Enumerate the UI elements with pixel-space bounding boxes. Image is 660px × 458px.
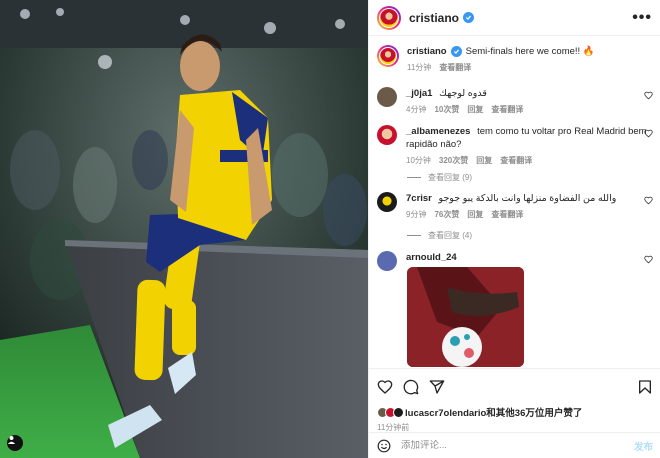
view-replies-label: 查看回复 (4): [428, 231, 472, 240]
comment-text: والله من الفضاوة منزلها وانت بالدكة يبو …: [438, 193, 617, 204]
comment-heart-icon[interactable]: [644, 255, 653, 264]
comment-likes[interactable]: 10次赞: [434, 103, 459, 116]
comments-list: cristiano Semi-finals here we come!! 🔥 11…: [369, 37, 660, 367]
post-photo[interactable]: [0, 0, 368, 458]
caption: cristiano Semi-finals here we come!! 🔥 11…: [377, 45, 653, 74]
likes-summary[interactable]: lucascr7olendario和其他36万位用户赞了: [377, 405, 653, 419]
comment-heart-icon[interactable]: [644, 196, 653, 205]
comment-username[interactable]: arnould_24: [406, 252, 457, 263]
reply-button[interactable]: 回复: [476, 154, 492, 167]
reply-button[interactable]: 回复: [467, 103, 483, 116]
comment-media-image: [407, 267, 524, 367]
commenter-avatar[interactable]: [377, 251, 397, 271]
author-avatar[interactable]: [377, 5, 401, 30]
emoji-icon[interactable]: [377, 439, 391, 453]
post-side-panel: cristiano ••• cristiano Semi-finals here …: [368, 0, 660, 458]
action-bar: lucascr7olendario和其他36万位用户赞了 11分钟前: [369, 368, 660, 433]
caption-time: 11分钟: [407, 63, 432, 72]
post-dialog: cristiano ••• cristiano Semi-finals here …: [0, 0, 660, 458]
view-replies-label: 查看回复 (9): [428, 173, 472, 182]
add-comment-bar: 发布: [369, 432, 660, 458]
bookmark-icon[interactable]: [637, 379, 653, 395]
caption-avatar[interactable]: [377, 45, 399, 67]
comment-likes[interactable]: 76次赞: [434, 208, 459, 221]
more-icon[interactable]: •••: [632, 9, 652, 27]
likes-text: lucascr7olendario和其他36万位用户赞了: [405, 408, 583, 419]
commenter-avatar[interactable]: [377, 87, 397, 107]
divider: [407, 235, 421, 236]
comment-text: قدوه لوجهك: [439, 88, 487, 99]
view-replies-button[interactable]: 查看回复 (4): [407, 230, 472, 241]
comment-time: 9分钟: [406, 210, 427, 219]
caption-translate-link[interactable]: 查看翻译: [439, 61, 471, 74]
divider: [407, 177, 421, 178]
comment-username[interactable]: _j0ja1: [406, 88, 432, 99]
translate-link[interactable]: 查看翻译: [500, 154, 532, 167]
comment-item: 7crisr والله من الفضاوة منزلها وانت بالد…: [377, 192, 653, 221]
comment-input[interactable]: [401, 440, 634, 451]
comment-time: 4分钟: [406, 105, 427, 114]
caption-text: Semi-finals here we come!! 🔥: [465, 46, 595, 57]
comment-heart-icon[interactable]: [644, 91, 653, 100]
comment-item: _albamenezes tem como tu voltar pro Real…: [377, 125, 653, 167]
comment-heart-icon[interactable]: [644, 129, 653, 138]
tagged-user-icon[interactable]: [7, 435, 23, 451]
comment-time: 10分钟: [406, 156, 431, 165]
author-username[interactable]: cristiano: [409, 11, 459, 25]
share-icon[interactable]: [429, 379, 445, 395]
comment-media[interactable]: [407, 267, 524, 367]
commenter-avatar[interactable]: [377, 192, 397, 212]
like-heart-icon[interactable]: [377, 379, 393, 395]
translate-link[interactable]: 查看翻译: [491, 208, 523, 221]
verified-icon: [450, 46, 462, 57]
post-button[interactable]: 发布: [634, 439, 653, 453]
comment-likes[interactable]: 320次赞: [439, 154, 468, 167]
post-photo-image: [0, 0, 368, 458]
comment-item: _j0ja1 قدوه لوجهك 4分钟 10次赞 回复 查看翻译: [377, 87, 653, 116]
comment-username[interactable]: 7crisr: [406, 193, 432, 204]
commenter-avatar[interactable]: [377, 125, 397, 145]
caption-username[interactable]: cristiano: [407, 46, 447, 57]
view-replies-button[interactable]: 查看回复 (9): [407, 172, 472, 183]
reply-button[interactable]: 回复: [467, 208, 483, 221]
comment-icon[interactable]: [403, 379, 419, 395]
comment-username[interactable]: _albamenezes: [406, 126, 470, 137]
post-header: cristiano •••: [369, 0, 660, 36]
verified-icon: [463, 12, 475, 23]
translate-link[interactable]: 查看翻译: [491, 103, 523, 116]
liker-avatars: [377, 406, 404, 418]
